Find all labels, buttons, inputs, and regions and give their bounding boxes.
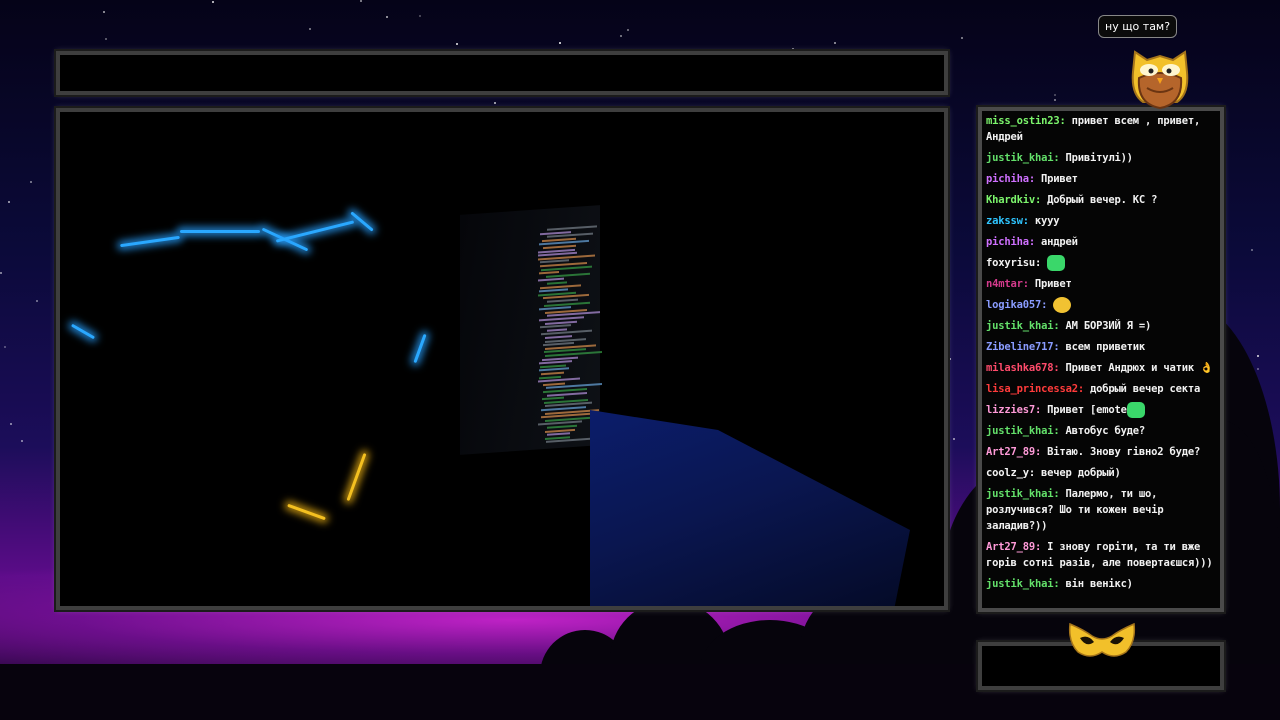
chat-message: Art27_89: І знову горіти, та ти вже горів…	[986, 539, 1216, 571]
chat-username[interactable]: miss_ostin23:	[986, 115, 1066, 127]
webcam-video-frame	[56, 108, 948, 610]
duck-emote-icon	[1053, 297, 1072, 313]
chat-username[interactable]: logika057:	[986, 299, 1047, 311]
led-strip-blue	[180, 230, 260, 233]
chat-username[interactable]: n4mtar:	[986, 278, 1029, 290]
led-strip-blue	[120, 235, 180, 248]
chat-username[interactable]: Art27_89:	[986, 446, 1041, 458]
chat-username[interactable]: justik_khai:	[986, 578, 1060, 590]
chat-username[interactable]: Art27_89:	[986, 541, 1041, 553]
chat-message-text: він венікс)	[1065, 578, 1133, 590]
chat-username[interactable]: justik_khai:	[986, 488, 1060, 500]
chat-message-text: АМ БОРЗИЙ Я =)	[1065, 320, 1152, 332]
chat-message: coolz_y: вечер добрый)	[986, 465, 1216, 481]
chat-message-text: Добрый вечер. КС ?	[1047, 194, 1158, 206]
green-blob-emote-icon	[1047, 255, 1066, 271]
chat-message: justik_khai: АМ БОРЗИЙ Я =)	[986, 318, 1216, 334]
chat-message: zakssw: кууу	[986, 213, 1216, 229]
chat-message: justik_khai: Автобус буде?	[986, 423, 1216, 439]
chat-message-text: добрый вечер секта	[1089, 383, 1201, 395]
chat-message-text: Привет Андрюх и чатик 👌	[1065, 362, 1214, 374]
stream-title-bar	[56, 51, 948, 95]
chat-message-text: Привет	[1040, 173, 1078, 185]
chat-message-text: андрей	[1040, 236, 1078, 248]
blue-lit-desk	[590, 410, 910, 606]
led-strip-blue	[413, 333, 427, 364]
chat-message-text: Автобус буде?	[1065, 425, 1146, 437]
owl-mascot-icon	[1131, 50, 1189, 110]
chat-message: Khardkiv: Добрый вечер. КС ?	[986, 192, 1216, 208]
chat-message: lisa_princessa2: добрый вечер секта	[986, 381, 1216, 397]
chat-message-text: Привет [emote	[1047, 404, 1127, 416]
chat-message: miss_ostin23: привет всем , привет, Андре…	[986, 113, 1216, 145]
chat-message: justik_khai: Привітулі))	[986, 150, 1216, 166]
owl-mask-icon	[1068, 622, 1136, 657]
chat-username[interactable]: pichiha:	[986, 236, 1035, 248]
chat-message: foxyrisu:	[986, 255, 1216, 271]
chat-message: pichiha: Привет	[986, 171, 1216, 187]
chat-message: Art27_89: Вітаю. Знову гівно2 буде?	[986, 444, 1216, 460]
chat-username[interactable]: Zibeline717:	[986, 341, 1060, 353]
chat-username[interactable]: justik_khai:	[986, 425, 1060, 437]
chat-username[interactable]: Khardkiv:	[986, 194, 1041, 206]
chat-message: logika057:	[986, 297, 1216, 313]
chat-username[interactable]: justik_khai:	[986, 320, 1060, 332]
chat-username[interactable]: justik_khai:	[986, 152, 1060, 164]
chat-username[interactable]: lizzies7:	[986, 404, 1041, 416]
chat-username[interactable]: zakssw:	[986, 215, 1029, 227]
chat-message: n4mtar: Привет	[986, 276, 1216, 292]
speech-bubble: ну що там?	[1098, 15, 1178, 38]
chat-message-list: miss_ostin23: привет всем , привет, Андре…	[986, 113, 1216, 606]
chat-message-text: Привітулі))	[1065, 152, 1133, 164]
green-blob-emote-icon	[1126, 402, 1145, 418]
chat-username[interactable]: coolz_y:	[986, 467, 1035, 479]
chat-message-text: всем приветик	[1065, 341, 1146, 353]
chat-message-text: кууу	[1034, 215, 1060, 227]
chat-message: justik_khai: Палермо, ти шо, розлучився? …	[986, 486, 1216, 534]
led-strip-yellow	[287, 503, 326, 521]
chat-panel: miss_ostin23: привет всем , привет, Андре…	[978, 107, 1224, 612]
led-strip-yellow	[346, 452, 367, 502]
background-monitor	[460, 205, 602, 455]
chat-message: justik_khai: він венікс)	[986, 576, 1216, 592]
led-strip-blue	[275, 220, 355, 243]
chat-message-text: Вітаю. Знову гівно2 буде?	[1047, 446, 1201, 458]
chat-message-text: вечер добрый)	[1040, 467, 1121, 479]
chat-username[interactable]: foxyrisu:	[986, 257, 1041, 269]
chat-message: Zibeline717: всем приветик	[986, 339, 1216, 355]
chat-message: lizzies7: Привет [emote	[986, 402, 1216, 418]
chat-username[interactable]: lisa_princessa2:	[986, 383, 1084, 395]
chat-message: milashka678: Привет Андрюх и чатик 👌	[986, 360, 1216, 376]
webcam-room-scene	[60, 112, 944, 606]
led-strip-blue	[70, 323, 96, 340]
chat-username[interactable]: milashka678:	[986, 362, 1060, 374]
chat-message-text: Привет	[1034, 278, 1072, 290]
chat-message: pichiha: андрей	[986, 234, 1216, 250]
chat-username[interactable]: pichiha:	[986, 173, 1035, 185]
